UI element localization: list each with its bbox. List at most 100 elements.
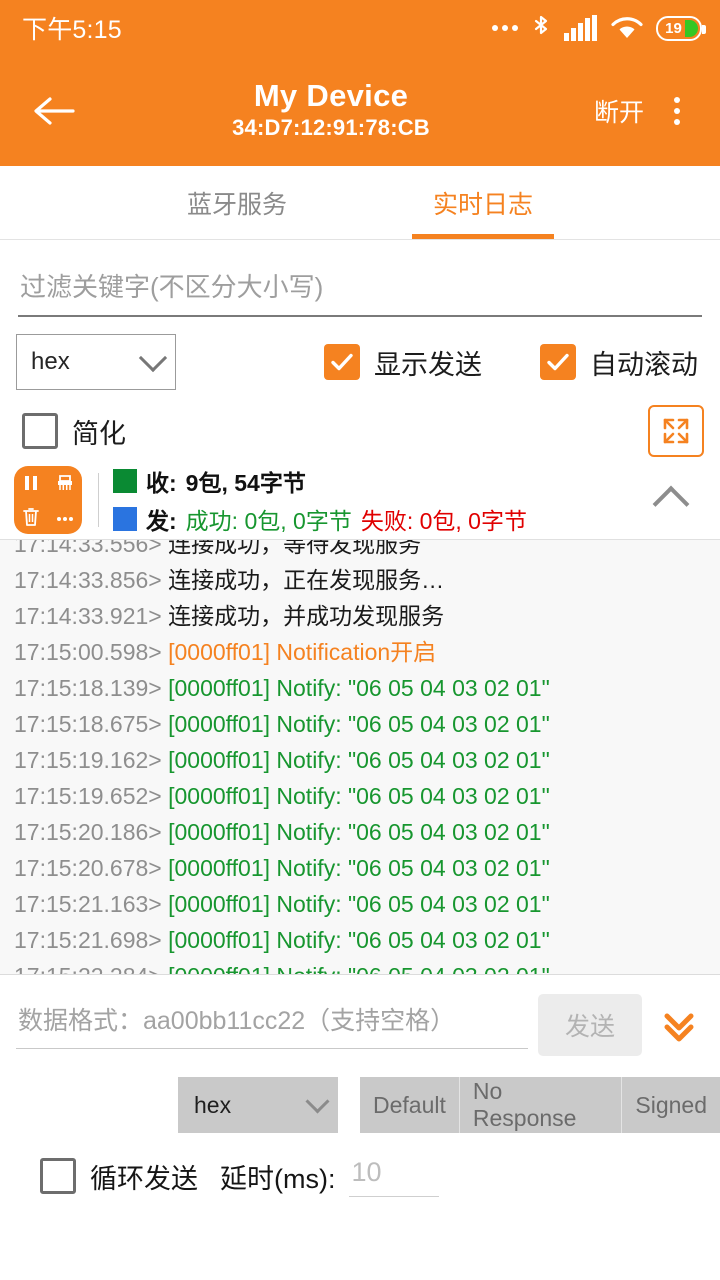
write-type-signed[interactable]: Signed xyxy=(622,1077,720,1133)
write-type-no-response[interactable]: No Response xyxy=(460,1077,623,1133)
brush-icon xyxy=(54,472,76,494)
scroll-to-bottom-button[interactable] xyxy=(652,1004,706,1046)
log-row: 17:15:00.598> [0000ff01] Notification开启 xyxy=(0,634,720,670)
log-message: 连接成功，并成功发现服务 xyxy=(162,603,444,629)
log-row: 17:15:19.652> [0000ff01] Notify: "06 05 … xyxy=(0,778,720,814)
delay-label: 延时(ms): xyxy=(220,1157,335,1196)
app-bar: My Device 34:D7:12:91:78:CB 断开 xyxy=(0,56,720,166)
loop-send-label: 循环发送 xyxy=(90,1157,198,1196)
log-row: 17:15:18.675> [0000ff01] Notify: "06 05 … xyxy=(0,706,720,742)
log-timestamp: 17:14:33.856> xyxy=(14,567,162,593)
log-timestamp: 17:15:19.652> xyxy=(14,783,162,809)
auto-scroll-checkbox[interactable] xyxy=(540,344,576,380)
notification-dots-icon xyxy=(492,25,518,31)
device-mac-address: 34:D7:12:91:78:CB xyxy=(232,114,430,143)
log-format-select[interactable]: hex xyxy=(16,334,176,390)
log-timestamp: 17:15:19.162> xyxy=(14,747,162,773)
write-type-default[interactable]: Default xyxy=(360,1077,460,1133)
simplify-checkbox[interactable] xyxy=(22,413,58,449)
tx-label: 发: xyxy=(146,502,177,536)
write-type-segmented-control: Default No Response Signed xyxy=(360,1077,720,1133)
log-list[interactable]: 17:14:33.556> 连接成功，等待发现服务17:14:33.856> 连… xyxy=(0,539,720,975)
simplify-checkbox-item[interactable]: 简化 xyxy=(22,412,126,451)
tab-realtime-log[interactable]: 实时日志 xyxy=(360,166,606,239)
back-button[interactable] xyxy=(24,81,84,141)
log-message: [0000ff01] Notify: "06 05 04 03 02 01" xyxy=(162,783,550,809)
log-row: 17:15:18.139> [0000ff01] Notify: "06 05 … xyxy=(0,670,720,706)
filter-input[interactable] xyxy=(18,266,702,317)
log-message: [0000ff01] Notify: "06 05 04 03 02 01" xyxy=(162,855,550,881)
log-message: 连接成功，等待发现服务 xyxy=(162,539,421,557)
status-bar-clock: 下午5:15 xyxy=(22,10,122,46)
app-root: 下午5:15 xyxy=(0,0,720,1280)
trash-icon xyxy=(20,506,42,528)
fullscreen-icon xyxy=(659,414,693,448)
delay-input[interactable] xyxy=(349,1155,439,1197)
show-send-checkbox-item[interactable]: 显示发送 xyxy=(324,343,482,382)
log-format-value: hex xyxy=(31,348,70,376)
send-format-value: hex xyxy=(194,1092,231,1119)
collapse-stats-button[interactable] xyxy=(653,486,690,523)
chevrons-down-icon xyxy=(658,1004,700,1046)
send-format-select[interactable]: hex xyxy=(178,1077,338,1133)
show-send-checkbox[interactable] xyxy=(324,344,360,380)
log-message: 连接成功，正在发现服务… xyxy=(162,567,444,593)
battery-level-label: 19 xyxy=(665,20,682,37)
log-message: [0000ff01] Notify: "06 05 04 03 02 01" xyxy=(162,819,550,845)
send-row: 发送 xyxy=(0,975,720,1057)
auto-scroll-checkbox-item[interactable]: 自动滚动 xyxy=(540,343,698,382)
show-send-label: 显示发送 xyxy=(374,343,482,382)
loop-send-row: 循环发送 延时(ms): xyxy=(0,1133,720,1197)
log-timestamp: 17:15:22.284> xyxy=(14,963,162,975)
log-row: 17:15:19.162> [0000ff01] Notify: "06 05 … xyxy=(0,742,720,778)
more-icon xyxy=(54,506,76,528)
log-options-row-1: hex 显示发送 自动滚动 xyxy=(0,317,720,391)
send-button[interactable]: 发送 xyxy=(538,994,642,1056)
status-bar-icons: 19 xyxy=(492,14,702,42)
log-row: 17:15:21.163> [0000ff01] Notify: "06 05 … xyxy=(0,886,720,922)
filter-section xyxy=(0,240,720,317)
log-timestamp: 17:15:00.598> xyxy=(14,639,162,665)
stats-lines: 收: 9包, 54字节 发: 成功: 0包, 0字节 失败: 0包, 0字节 xyxy=(113,464,658,536)
log-message: [0000ff01] Notification开启 xyxy=(162,639,436,665)
auto-scroll-label: 自动滚动 xyxy=(590,343,698,382)
app-bar-titles: My Device 34:D7:12:91:78:CB xyxy=(78,79,584,142)
log-list-inner: 17:14:33.556> 连接成功，等待发现服务17:14:33.856> 连… xyxy=(0,539,720,975)
log-message: [0000ff01] Notify: "06 05 04 03 02 01" xyxy=(162,711,550,737)
rx-stats-line: 收: 9包, 54字节 xyxy=(113,464,658,498)
chevron-down-icon xyxy=(139,344,167,372)
rx-color-swatch xyxy=(113,469,137,493)
log-timestamp: 17:15:18.139> xyxy=(14,675,162,701)
log-message: [0000ff01] Notify: "06 05 04 03 02 01" xyxy=(162,927,550,953)
more-vertical-icon xyxy=(674,97,680,103)
log-timestamp: 17:15:21.163> xyxy=(14,891,162,917)
log-row: 17:14:33.556> 连接成功，等待发现服务 xyxy=(0,539,720,562)
tx-stats-line: 发: 成功: 0包, 0字节 失败: 0包, 0字节 xyxy=(113,502,658,536)
disconnect-button[interactable]: 断开 xyxy=(584,93,654,129)
log-row: 17:15:20.186> [0000ff01] Notify: "06 05 … xyxy=(0,814,720,850)
send-data-input[interactable] xyxy=(16,1001,528,1049)
log-timestamp: 17:14:33.556> xyxy=(14,539,162,557)
rx-label: 收: xyxy=(146,464,177,498)
loop-send-checkbox[interactable] xyxy=(40,1158,76,1194)
page-title: My Device xyxy=(254,79,408,114)
tab-bar: 蓝牙服务 实时日志 xyxy=(0,166,720,240)
write-options-row: hex Default No Response Signed xyxy=(0,1057,720,1133)
tx-color-swatch xyxy=(113,507,137,531)
tab-bluetooth-services[interactable]: 蓝牙服务 xyxy=(114,166,360,239)
log-row: 17:14:33.921> 连接成功，并成功发现服务 xyxy=(0,598,720,634)
log-timestamp: 17:15:21.698> xyxy=(14,927,162,953)
wifi-icon xyxy=(611,15,643,41)
log-message: [0000ff01] Notify: "06 05 04 03 02 01" xyxy=(162,747,550,773)
log-message: [0000ff01] Notify: "06 05 04 03 02 01" xyxy=(162,963,550,975)
traffic-stats-bar: 收: 9包, 54字节 发: 成功: 0包, 0字节 失败: 0包, 0字节 xyxy=(0,463,720,539)
fullscreen-button[interactable] xyxy=(648,405,704,457)
log-timestamp: 17:15:18.675> xyxy=(14,711,162,737)
log-row: 17:14:33.856> 连接成功，正在发现服务… xyxy=(0,562,720,598)
log-row: 17:15:20.678> [0000ff01] Notify: "06 05 … xyxy=(0,850,720,886)
overflow-menu-button[interactable] xyxy=(654,83,700,139)
log-row: 17:15:22.284> [0000ff01] Notify: "06 05 … xyxy=(0,958,720,975)
log-timestamp: 17:14:33.921> xyxy=(14,603,162,629)
log-actions-button[interactable] xyxy=(14,466,82,534)
log-row: 17:15:21.698> [0000ff01] Notify: "06 05 … xyxy=(0,922,720,958)
